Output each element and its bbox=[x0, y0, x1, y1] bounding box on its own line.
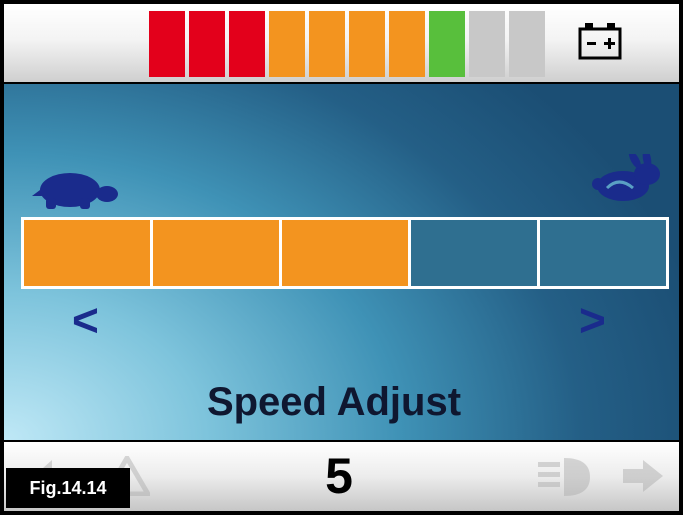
turtle-icon bbox=[32, 173, 118, 209]
battery-segment bbox=[509, 11, 545, 77]
figure-label: Fig.14.14 bbox=[6, 468, 130, 508]
battery-segment bbox=[349, 11, 385, 77]
rabbit-icon bbox=[592, 154, 660, 201]
battery-level-gauge bbox=[149, 11, 545, 77]
profile-number: 5 bbox=[325, 448, 353, 504]
battery-segment bbox=[429, 11, 465, 77]
increase-speed-button[interactable]: > bbox=[579, 297, 606, 343]
battery-segment bbox=[229, 11, 265, 77]
decrease-speed-button[interactable]: < bbox=[72, 297, 99, 343]
top-status-bar bbox=[4, 4, 679, 82]
battery-icon bbox=[578, 23, 622, 60]
battery-segment bbox=[269, 11, 305, 77]
speed-segment-inactive bbox=[540, 220, 666, 286]
speed-segment-inactive bbox=[411, 220, 540, 286]
display-screen: < > Speed Adjust 5 bbox=[4, 4, 679, 511]
battery-segment bbox=[389, 11, 425, 77]
right-arrow-icon bbox=[623, 460, 663, 492]
headlight-icon bbox=[538, 458, 590, 496]
speed-segment-active bbox=[24, 220, 153, 286]
battery-segment bbox=[149, 11, 185, 77]
speed-segment-active bbox=[153, 220, 282, 286]
speed-level-bar bbox=[21, 217, 669, 289]
speed-segment-active bbox=[282, 220, 411, 286]
mode-title: Speed Adjust bbox=[206, 380, 462, 424]
battery-segment bbox=[309, 11, 345, 77]
speed-adjust-panel: < > Speed Adjust bbox=[4, 84, 679, 440]
battery-segment bbox=[469, 11, 505, 77]
battery-segment bbox=[189, 11, 225, 77]
